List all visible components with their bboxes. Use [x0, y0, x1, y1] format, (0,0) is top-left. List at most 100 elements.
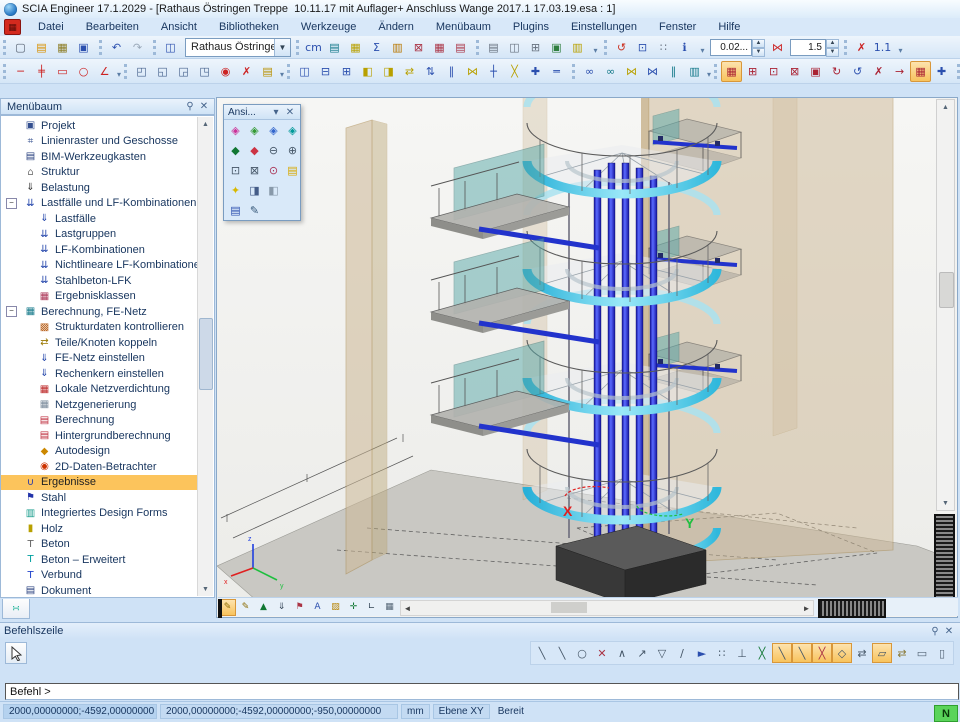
zoom-previous-icon[interactable]: ⊙	[264, 161, 283, 179]
connection-table-icon[interactable]: ▦	[429, 37, 450, 58]
tree-item[interactable]: − ⇊ LF-Kombinationen	[1, 242, 198, 258]
viewport-vscrollbar[interactable]: ▲ ▼	[936, 99, 955, 511]
tree-item[interactable]: − ▤ Hintergrundberechnung	[1, 428, 198, 444]
render-wireframe-icon[interactable]: ◧	[264, 181, 283, 199]
disconnect-parts-icon[interactable]: ⋈	[642, 61, 663, 82]
tree-expander-icon[interactable]: −	[6, 198, 17, 209]
tree-item[interactable]: − ◉ 2D-Daten-Betrachter	[1, 459, 198, 475]
tree-item[interactable]: − ⌗ Linienraster und Geschosse	[1, 134, 198, 150]
support-display-icon[interactable]: ⊞	[742, 61, 763, 82]
new-project-icon[interactable]: ▢	[10, 37, 31, 58]
menu-bearbeiten[interactable]: Bearbeiten	[75, 19, 150, 35]
split-beam-icon[interactable]: ◧	[357, 61, 378, 82]
viewport-hscrollbar[interactable]: ◄ ►	[400, 600, 814, 616]
menu-werkzeuge[interactable]: Werkzeuge	[290, 19, 367, 35]
visibility-folder-icon[interactable]: ▤	[283, 161, 302, 179]
snap-perpendicular-icon[interactable]: ╲	[792, 643, 812, 663]
paste-props-icon[interactable]: ◱	[152, 61, 173, 82]
scroll-left-icon[interactable]: ◄	[401, 601, 414, 615]
menu-menubaum[interactable]: Menübaum	[425, 19, 502, 35]
line-icon[interactable]: ─	[10, 61, 31, 82]
duplicate-member-icon[interactable]: ∥	[441, 61, 462, 82]
view-z-icon[interactable]: ◈	[264, 121, 283, 139]
menu-bibliotheken[interactable]: Bibliotheken	[208, 19, 290, 35]
snap-line-icon[interactable]: ╲	[532, 643, 552, 663]
viewport-bottom-grip[interactable]	[218, 599, 222, 618]
gallery-icon[interactable]: ▥	[567, 37, 588, 58]
select-chain-icon[interactable]: ∞	[600, 61, 621, 82]
scroll-thumb[interactable]	[199, 318, 213, 390]
render-solid-icon[interactable]: ◨	[245, 181, 264, 199]
tree-item[interactable]: − ⇄ Teile/Knoten koppeln	[1, 335, 198, 351]
zoom-box-icon[interactable]: ⊡	[632, 37, 653, 58]
scroll-down-icon[interactable]: ▼	[937, 496, 954, 510]
display-ratio-icon[interactable]: 1.1	[872, 37, 893, 58]
toolbar-overflow-button[interactable]: ▾	[895, 37, 906, 57]
snap-tangent-icon[interactable]: ◇	[832, 643, 852, 663]
pin-icon[interactable]: ⚲	[928, 625, 942, 638]
scroll-thumb[interactable]	[939, 272, 954, 308]
save-icon[interactable]: ▣	[73, 37, 94, 58]
close-icon[interactable]: ✕	[942, 625, 956, 638]
view-x-icon[interactable]: ◈	[226, 121, 245, 139]
export-icon[interactable]: ▤	[257, 61, 278, 82]
toolbar-overflow-button[interactable]: ▾	[697, 37, 708, 57]
column-display-icon[interactable]: ▯	[932, 643, 952, 663]
light-icon[interactable]: ✦	[226, 181, 245, 199]
snap-vertex-icon[interactable]: ∧	[612, 643, 632, 663]
layers-icon[interactable]: ▤	[324, 37, 345, 58]
calculator-icon[interactable]: ⊞	[525, 37, 546, 58]
move-load-icon[interactable]: →	[889, 61, 910, 82]
snap-nearest-icon[interactable]: ╲	[772, 643, 792, 663]
sidebar-tab[interactable]: ∺	[2, 599, 30, 619]
model-data-icon[interactable]: ▣	[805, 61, 826, 82]
tree-item[interactable]: − ∪ Ergebnisse	[1, 475, 198, 491]
tree-item[interactable]: − ▦ Lokale Netzverdichtung	[1, 382, 198, 398]
hinge-display-icon[interactable]: ⊡	[763, 61, 784, 82]
angle-step-icon[interactable]: ⋈	[767, 37, 788, 58]
clipboard-icon[interactable]: ▥	[387, 37, 408, 58]
tree-item[interactable]: − ⇊ Stahlbeton-LFK	[1, 273, 198, 289]
tree-item[interactable]: − ▤ Berechnung	[1, 413, 198, 429]
paste-special-icon[interactable]: ◳	[194, 61, 215, 82]
scale-spinner-value[interactable]: 1.5	[790, 39, 826, 56]
dock-tray-icon[interactable]: ▭	[912, 643, 932, 663]
extend-member-icon[interactable]: ═	[546, 61, 567, 82]
printer-icon[interactable]: ▤	[483, 37, 504, 58]
tree-item[interactable]: − ▥ Integriertes Design Forms	[1, 506, 198, 522]
tree-item[interactable]: − ▤ Dokument	[1, 583, 198, 598]
tree-scrollbar[interactable]: ▲ ▼	[197, 117, 213, 596]
show-dimensions-icon[interactable]: ∟	[363, 599, 380, 616]
close-icon[interactable]: ✕	[283, 106, 297, 119]
align-nodes-icon[interactable]: ⇄	[399, 61, 420, 82]
tree-item[interactable]: − ▩ Strukturdaten kontrollieren	[1, 320, 198, 336]
snap-cross-icon[interactable]: ╳	[752, 643, 772, 663]
spin-up-icon[interactable]: ▲	[826, 39, 839, 48]
check-structure-icon[interactable]: ◫	[294, 61, 315, 82]
tree-item[interactable]: − ⇓ Rechenkern einstellen	[1, 366, 198, 382]
menu-fenster[interactable]: Fenster	[648, 19, 707, 35]
pin-icon[interactable]: ⚲	[183, 100, 197, 113]
mesh-toggle-icon[interactable]: ⊠	[408, 37, 429, 58]
sum-protocol-icon[interactable]: Σ	[366, 37, 387, 58]
scroll-up-icon[interactable]: ▲	[937, 100, 954, 114]
project-selector[interactable]: Rathaus Östringen ▼	[185, 38, 291, 57]
chevron-down-icon[interactable]: ▼	[274, 39, 290, 56]
point-grid-icon[interactable]: ∷	[653, 37, 674, 58]
snap-surface-icon[interactable]: ▽	[652, 643, 672, 663]
tree-item[interactable]: − ⇓ Lastfälle	[1, 211, 198, 227]
refresh-view-icon[interactable]: ↺	[611, 37, 632, 58]
view-point-icon[interactable]: ◆	[226, 141, 245, 159]
member-recalc-icon[interactable]: ▥	[684, 61, 705, 82]
move-nodes-icon[interactable]: ⇅	[420, 61, 441, 82]
tree-item[interactable]: − ⌂ Struktur	[1, 165, 198, 181]
load-case-display-icon[interactable]: ▦	[721, 61, 742, 82]
tree-item[interactable]: − ▦ Netzgenerierung	[1, 397, 198, 413]
show-text-icon[interactable]: A	[309, 599, 326, 616]
scroll-thumb[interactable]	[551, 602, 587, 613]
paste-structure-icon[interactable]: ◰	[131, 61, 152, 82]
spin-down-icon[interactable]: ▼	[826, 48, 839, 57]
snap-intersection-icon[interactable]: ╳	[812, 643, 832, 663]
chevron-down-icon[interactable]: ▾	[269, 106, 283, 119]
rect-icon[interactable]: ▭	[52, 61, 73, 82]
